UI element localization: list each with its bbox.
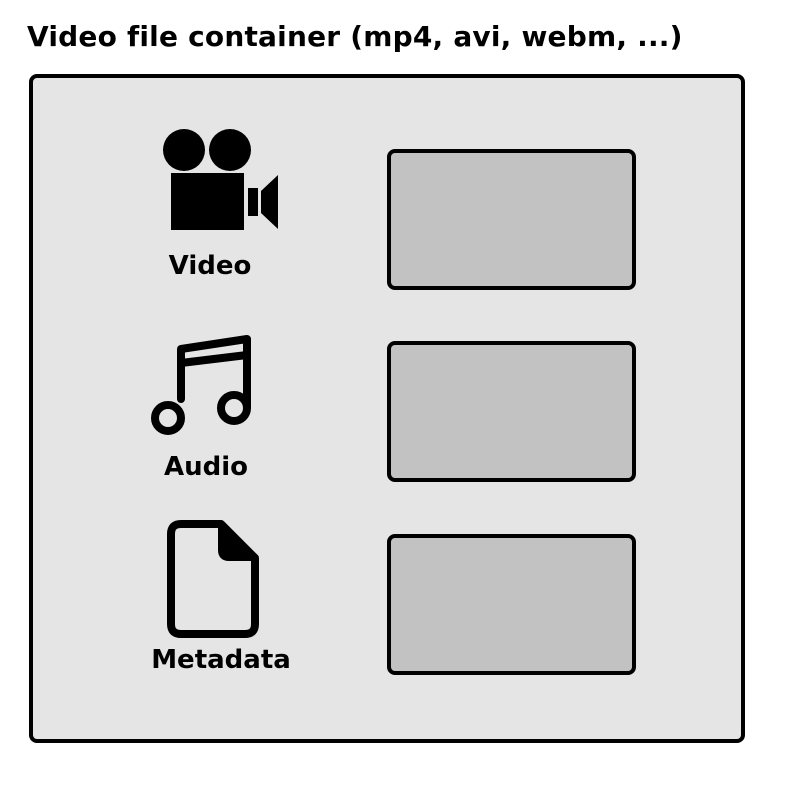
stream-slot-audio [387, 341, 636, 482]
diagram-title: Video file container (mp4, avi, webm, ..… [27, 20, 683, 53]
stream-slot-metadata [387, 534, 636, 675]
video-camera-icon [160, 128, 282, 234]
stream-slot-video [387, 149, 636, 290]
stream-label-audio: Audio [163, 452, 249, 482]
music-note-icon [150, 333, 254, 437]
stream-label-metadata: Metadata [151, 645, 291, 675]
document-icon [165, 520, 261, 640]
stream-label-video: Video [168, 251, 252, 281]
